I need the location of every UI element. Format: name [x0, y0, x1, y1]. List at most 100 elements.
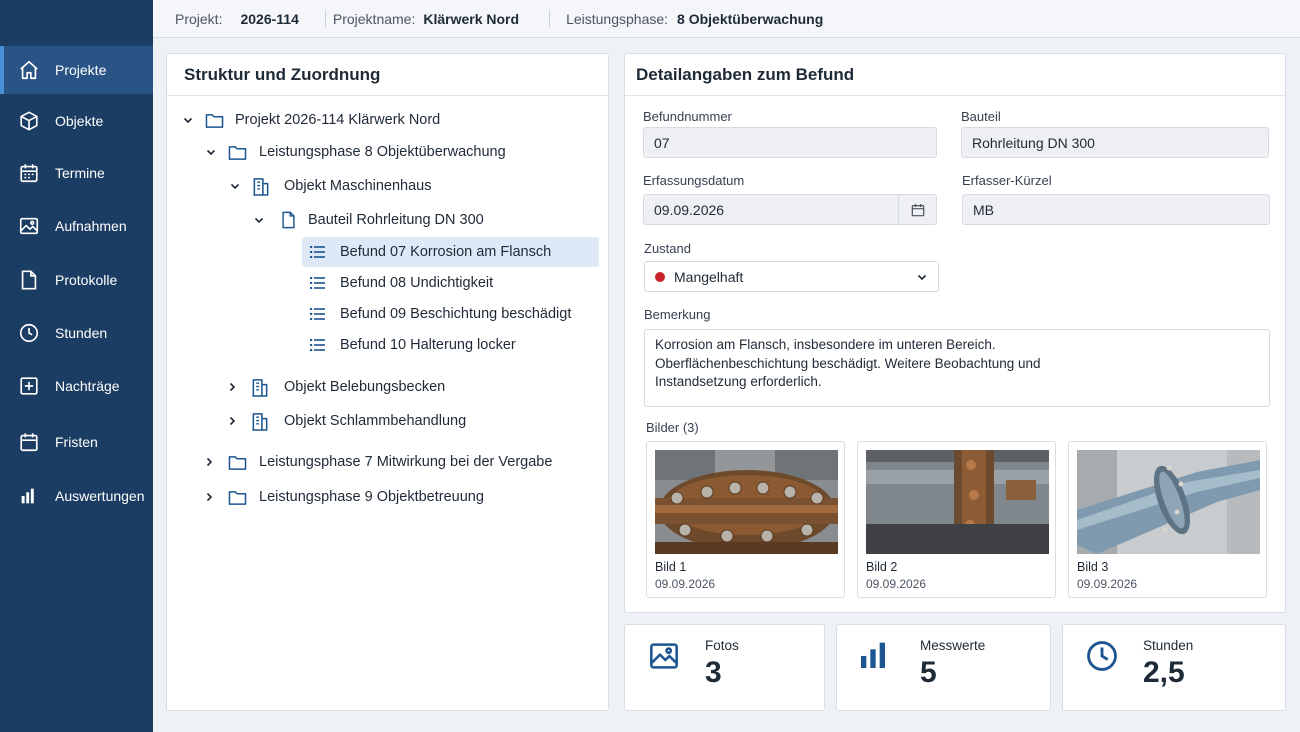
project-value: 2026-114: [240, 10, 299, 27]
chevron-down-icon[interactable]: [204, 145, 218, 159]
tree-node-label: Befund 08 Undichtigkeit: [340, 275, 494, 291]
header-divider: [549, 9, 551, 28]
zustand-select[interactable]: Mangelhaft: [644, 261, 939, 292]
bemerkung-line: Korrosion am Flansch, insbesondere im un…: [655, 337, 996, 352]
sidebar-item-label: Protokolle: [55, 272, 118, 288]
chevron-right-icon[interactable]: [225, 414, 239, 428]
structure-panel-title: Struktur und Zuordnung: [167, 54, 608, 96]
photo-caption: Bild 2: [866, 560, 898, 574]
stat-card-fotos[interactable]: Fotos 3: [624, 624, 825, 711]
sidebar-item-label: Fristen: [55, 434, 98, 450]
erfassungsdatum-value: 09.09.2026: [654, 201, 725, 218]
sidebar-item-protokolle[interactable]: Protokolle: [0, 256, 153, 304]
tree-node-label: Leistungsphase 9 Objektbetreuung: [259, 489, 484, 505]
detail-panel: Detailangaben zum Befund Befundnummer 07…: [624, 53, 1286, 613]
sidebar-item-label: Auswertungen: [55, 488, 145, 504]
tree-node-label: Befund 10 Halterung locker: [340, 337, 516, 353]
folder-icon: [204, 110, 224, 130]
sidebar-item-label: Nachträge: [55, 378, 120, 394]
image-icon: [648, 640, 682, 674]
stat-value: 2,5: [1143, 656, 1185, 689]
chevron-down-icon: [916, 270, 928, 286]
sidebar-item-stunden[interactable]: Stunden: [0, 309, 153, 357]
erfasser-kuerzel-value: MB: [973, 201, 994, 218]
photo-caption: Bild 3: [1077, 560, 1109, 574]
photo-card-1[interactable]: Bild 1 09.09.2026: [646, 441, 845, 598]
photo-date: 09.09.2026: [1077, 577, 1138, 591]
chevron-right-icon[interactable]: [225, 380, 239, 394]
bauteil-value: Rohrleitung DN 300: [972, 134, 1095, 151]
home-icon: [17, 58, 41, 82]
bar-chart-icon: [857, 640, 891, 674]
tree-node-project[interactable]: Projekt 2026-114 Klärwerk Nord: [167, 105, 608, 135]
tree-node-phase-8[interactable]: Leistungsphase 8 Objektüberwachung: [167, 137, 608, 167]
tree-node-label: Objekt Schlammbehandlung: [284, 413, 467, 429]
chevron-down-icon[interactable]: [228, 179, 242, 193]
tree-node-object-maschinenhaus[interactable]: Objekt Maschinenhaus: [167, 171, 608, 201]
calendar-icon: [17, 430, 41, 454]
sidebar-item-projekte[interactable]: Projekte: [0, 46, 153, 94]
stat-card-messwerte[interactable]: Messwerte 5: [836, 624, 1051, 711]
bemerkung-textarea[interactable]: Korrosion am Flansch, insbesondere im un…: [644, 329, 1270, 407]
chevron-down-icon[interactable]: [181, 113, 195, 127]
tree-node-befund-08[interactable]: Befund 08 Undichtigkeit: [302, 268, 599, 298]
tree-node-phase-7[interactable]: Leistungsphase 7 Mitwirkung bei der Verg…: [167, 447, 608, 477]
stat-label: Stunden: [1143, 638, 1194, 653]
calendar-icon[interactable]: [898, 195, 936, 224]
tree-node-befund-07[interactable]: Befund 07 Korrosion am Flansch: [302, 237, 599, 267]
tree-node-label: Projekt 2026-114 Klärwerk Nord: [235, 112, 441, 128]
befundnummer-label: Befundnummer: [643, 109, 732, 124]
sidebar-item-label: Aufnahmen: [55, 218, 127, 234]
project-name-key: Projektname:: [332, 10, 416, 27]
tree-node-label: Leistungsphase 8 Objektüberwachung: [259, 144, 506, 160]
bauteil-label: Bauteil: [961, 109, 1001, 124]
bauteil-field[interactable]: Rohrleitung DN 300: [961, 127, 1269, 158]
sidebar-item-fristen[interactable]: Fristen: [0, 418, 153, 466]
erfassungsdatum-field[interactable]: 09.09.2026: [643, 194, 937, 225]
sidebar-item-nachtraege[interactable]: Nachträge: [0, 362, 153, 410]
zustand-label: Zustand: [644, 241, 691, 256]
project-header-bar: Projekt: 2026-114 Projektname: Klärwerk …: [153, 0, 1300, 38]
clock-icon: [1085, 639, 1119, 673]
chevron-right-icon[interactable]: [202, 455, 216, 469]
photo-date: 09.09.2026: [866, 577, 927, 591]
zustand-value: Mangelhaft: [674, 268, 744, 285]
list-icon: [308, 242, 328, 262]
befundnummer-field[interactable]: 07: [643, 127, 937, 158]
stat-card-stunden[interactable]: Stunden 2,5: [1062, 624, 1286, 711]
photo-date: 09.09.2026: [655, 577, 716, 591]
bemerkung-label: Bemerkung: [644, 307, 711, 322]
sidebar-item-aufnahmen[interactable]: Aufnahmen: [0, 202, 153, 250]
erfasser-kuerzel-label: Erfasser-Kürzel: [962, 173, 1052, 188]
stat-label: Fotos: [705, 638, 739, 653]
tree-node-object-belebungsbecken[interactable]: Objekt Belebungsbecken: [167, 372, 608, 402]
sidebar-item-label: Projekte: [55, 62, 107, 78]
photo-thumbnail-pipe-coating: [866, 450, 1049, 554]
photo-card-3[interactable]: Bild 3 09.09.2026: [1068, 441, 1267, 598]
tree-node-phase-9[interactable]: Leistungsphase 9 Objektbetreuung: [167, 482, 608, 512]
erfasser-kuerzel-field[interactable]: MB: [962, 194, 1270, 225]
phase-key: Leistungsphase:: [566, 10, 669, 27]
tree-node-object-schlammbehandlung[interactable]: Objekt Schlammbehandlung: [167, 406, 608, 436]
tree-node-label: Leistungsphase 7 Mitwirkung bei der Verg…: [259, 454, 553, 470]
tree-node-bauteil[interactable]: Bauteil Rohrleitung DN 300: [167, 205, 608, 235]
befundnummer-value: 07: [654, 134, 670, 151]
phase-value: 8 Objektüberwachung: [677, 10, 824, 27]
chevron-right-icon[interactable]: [202, 490, 216, 504]
photo-thumbnail-flange-corrosion: [655, 450, 838, 554]
building-icon: [250, 411, 270, 431]
sidebar: Projekte Objekte Termine Aufnahmen Proto…: [0, 0, 153, 732]
sidebar-item-auswertungen[interactable]: Auswertungen: [0, 472, 153, 520]
folder-icon: [227, 487, 247, 507]
tree-node-befund-10[interactable]: Befund 10 Halterung locker: [302, 330, 599, 360]
tree-node-label: Objekt Maschinenhaus: [284, 178, 432, 194]
tree-node-befund-09[interactable]: Befund 09 Beschichtung beschädigt: [302, 299, 599, 329]
sidebar-item-objekte[interactable]: Objekte: [0, 97, 153, 145]
project-name-value: Klärwerk Nord: [423, 10, 520, 27]
sidebar-item-termine[interactable]: Termine: [0, 149, 153, 197]
erfassungsdatum-label: Erfassungsdatum: [643, 173, 745, 188]
tree-node-label: Befund 09 Beschichtung beschädigt: [340, 306, 572, 322]
chevron-down-icon[interactable]: [252, 213, 266, 227]
detail-panel-title: Detailangaben zum Befund: [625, 54, 1285, 96]
photo-card-2[interactable]: Bild 2 09.09.2026: [857, 441, 1056, 598]
